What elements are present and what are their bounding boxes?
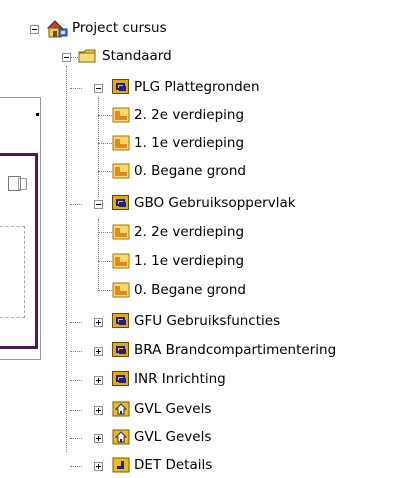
detail-icon bbox=[112, 457, 130, 473]
expand-toggle-gvl-2[interactable] bbox=[94, 434, 103, 443]
folder-icon bbox=[78, 49, 96, 63]
tree-node-label: 2. 2e verdieping bbox=[134, 107, 245, 123]
floor-layer-icon bbox=[112, 107, 130, 123]
drawing-preview bbox=[0, 97, 41, 360]
expand-toggle-gvl[interactable] bbox=[94, 406, 103, 415]
tree-node-label: 0. Begane grond bbox=[134, 282, 246, 298]
room-outline bbox=[0, 226, 25, 318]
tree-node-label: 1. 1e verdieping bbox=[134, 135, 245, 151]
project-icon bbox=[46, 20, 68, 38]
expand-toggle-bra[interactable] bbox=[94, 347, 103, 356]
tree-node-label: GBO Gebruiksoppervlak bbox=[134, 195, 296, 211]
window-symbol bbox=[18, 178, 27, 190]
tree-node-label: GFU Gebruiksfuncties bbox=[134, 313, 281, 329]
tree-node-label: 1. 1e verdieping bbox=[134, 253, 245, 269]
layer-group-icon bbox=[112, 79, 129, 94]
tree-node-label: GVL Gevels bbox=[134, 401, 212, 417]
layer-group-icon bbox=[112, 371, 129, 386]
collapse-toggle-standaard[interactable] bbox=[62, 53, 71, 62]
collapse-toggle-plg[interactable] bbox=[94, 84, 103, 93]
floor-layer-icon bbox=[112, 253, 130, 269]
tree-node-label: DET Details bbox=[134, 457, 213, 473]
drawing-point bbox=[36, 113, 39, 116]
expand-toggle-det[interactable] bbox=[94, 462, 103, 471]
expand-toggle-inr[interactable] bbox=[94, 376, 103, 385]
layer-group-icon bbox=[112, 342, 129, 357]
house-icon bbox=[112, 429, 130, 445]
floor-layer-icon bbox=[112, 135, 130, 151]
floor-layer-icon bbox=[112, 224, 130, 240]
collapse-toggle-gbo[interactable] bbox=[94, 200, 103, 209]
tree-node-label: Project cursus bbox=[72, 20, 167, 36]
house-icon bbox=[112, 401, 130, 417]
floor-layer-icon bbox=[112, 163, 130, 179]
tree-node-label: PLG Plattegronden bbox=[134, 79, 260, 95]
tree-node-label: BRA Brandcompartimentering bbox=[134, 342, 337, 358]
tree-node-label: 2. 2e verdieping bbox=[134, 224, 245, 240]
tree-node-label: Standaard bbox=[102, 48, 172, 64]
collapse-toggle-root[interactable] bbox=[30, 25, 39, 34]
expand-toggle-gfu[interactable] bbox=[94, 318, 103, 327]
tree-node-label: GVL Gevels bbox=[134, 429, 212, 445]
layer-group-icon bbox=[112, 195, 129, 210]
tree-node-label: 0. Begane grond bbox=[134, 163, 246, 179]
tree-node-label: INR Inrichting bbox=[134, 371, 226, 387]
layer-group-icon bbox=[112, 313, 129, 328]
floor-layer-icon bbox=[112, 282, 130, 298]
